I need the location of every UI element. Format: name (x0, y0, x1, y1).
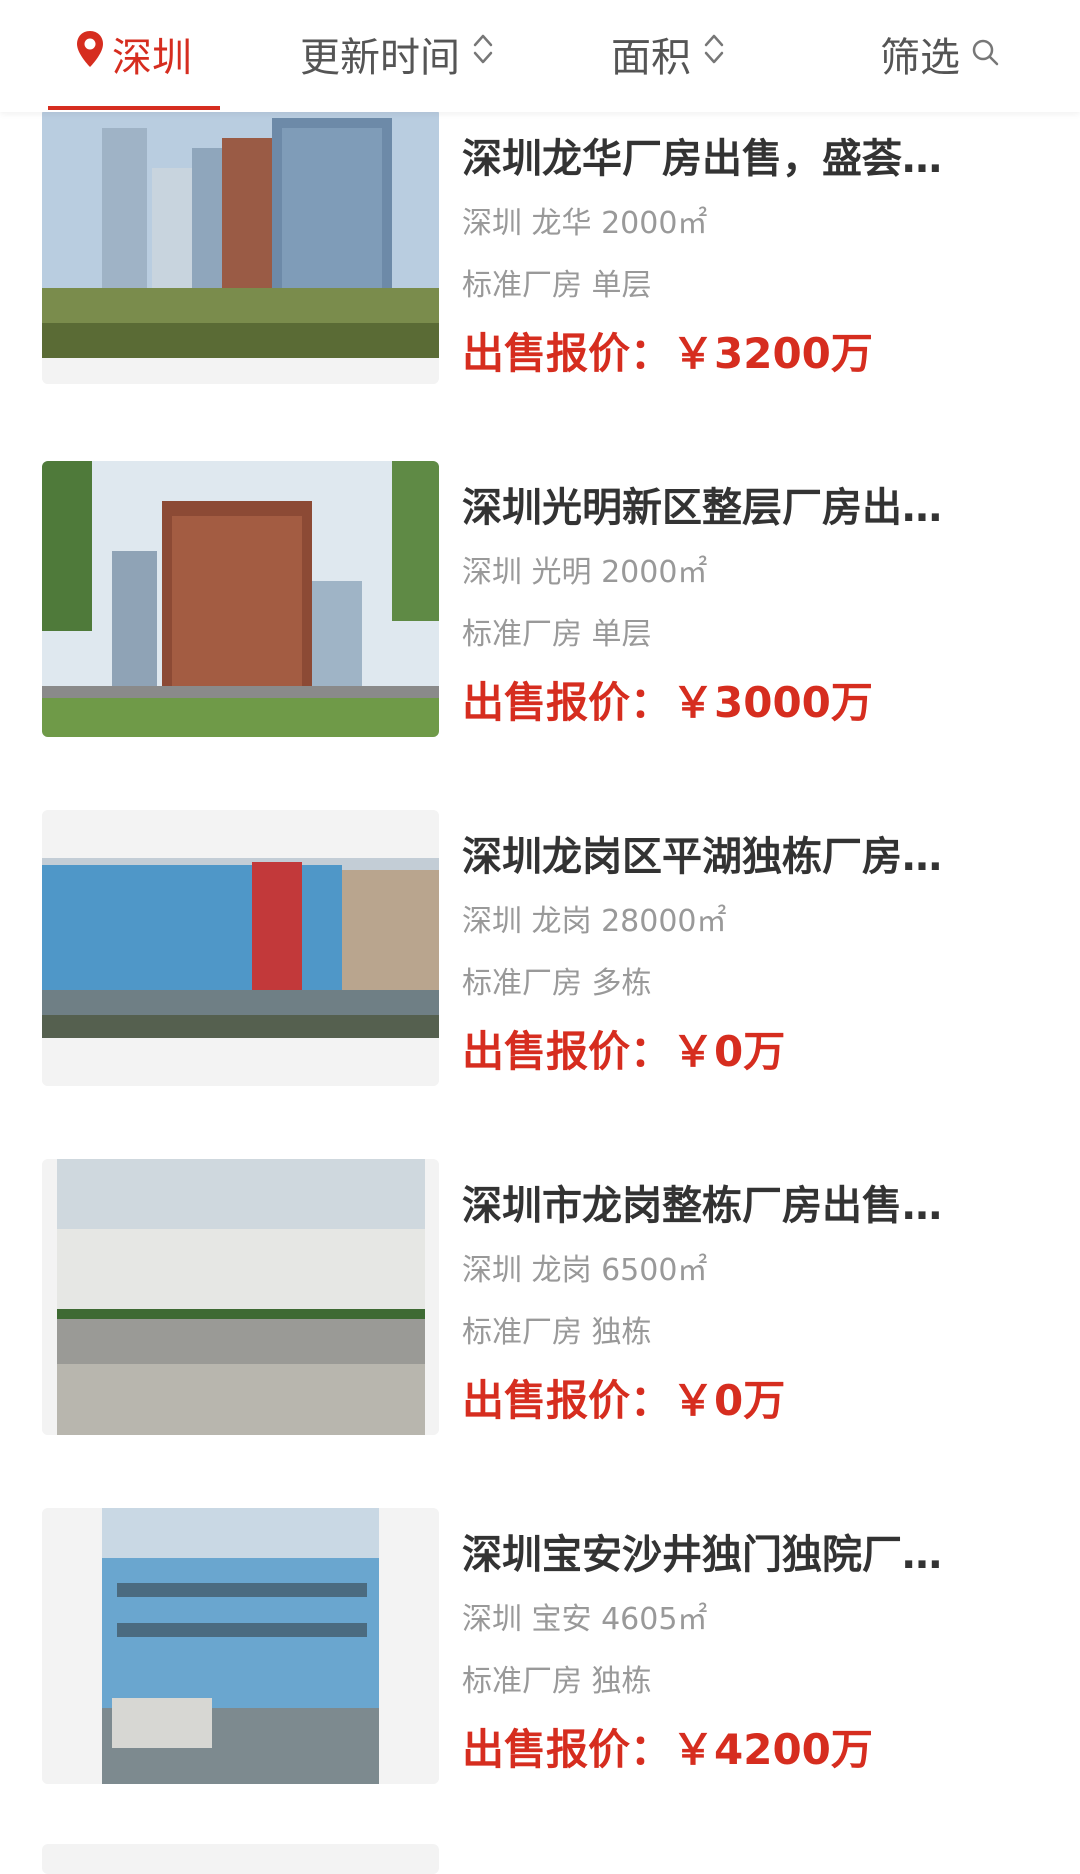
listing-type: 标准厂房 单层 (462, 268, 652, 303)
listing-price: 出售报价：￥3200万 (462, 329, 873, 378)
listing-type: 标准厂房 单层 (462, 617, 652, 652)
listing-location: 深圳 龙岗 28000㎡ (462, 904, 727, 939)
sort-time-label: 更新时间 (300, 35, 460, 81)
active-tab-indicator (48, 106, 220, 110)
listing-thumbnail (42, 108, 439, 384)
listing-card[interactable]: 深圳龙岗区平湖独栋厂房… 深圳 龙岗 28000㎡ 标准厂房 多栋 出售报价：￥… (0, 810, 1080, 1130)
sort-updown-icon (703, 31, 725, 77)
listing-card[interactable]: 深圳宝安沙井独门独院厂… 深圳 宝安 4605㎡ 标准厂房 独栋 出售报价：￥4… (0, 1508, 1080, 1828)
listing-type: 标准厂房 独栋 (462, 1664, 652, 1699)
listing-title[interactable]: 深圳光明新区整层厂房出… (462, 475, 1002, 533)
listing-thumbnail (42, 1508, 439, 1784)
listing-title[interactable]: 深圳龙岗区平湖独栋厂房… (462, 824, 1002, 882)
listing-type: 标准厂房 多栋 (462, 966, 652, 1001)
listing-type: 标准厂房 独栋 (462, 1315, 652, 1350)
listing-location: 深圳 宝安 4605㎡ (462, 1602, 708, 1637)
listing-card[interactable]: 深圳光明新区整层厂房出… 深圳 光明 2000㎡ 标准厂房 单层 出售报价：￥3… (0, 461, 1080, 781)
listing-location: 深圳 光明 2000㎡ (462, 555, 708, 590)
listing-thumbnail (42, 1159, 439, 1435)
sort-by-area[interactable]: 面积 (611, 24, 725, 84)
listing-card[interactable]: 深圳市龙岗整栋厂房出售… 深圳 龙岗 6500㎡ 标准厂房 独栋 出售报价：￥0… (0, 1159, 1080, 1479)
next-listing-thumbnail-peek (42, 1844, 439, 1874)
listing-card[interactable]: 深圳龙华厂房出售，盛荟… 深圳 龙华 2000㎡ 标准厂房 单层 出售报价：￥3… (0, 108, 1080, 432)
filter-label: 筛选 (880, 35, 960, 81)
sort-by-update-time[interactable]: 更新时间 (300, 24, 494, 84)
listing-location: 深圳 龙华 2000㎡ (462, 206, 708, 241)
city-label: 深圳 (112, 35, 192, 81)
listing-price: 出售报价：￥4200万 (462, 1725, 873, 1774)
listing-price: 出售报价：￥0万 (462, 1027, 786, 1076)
filter-button[interactable]: 筛选 (880, 24, 1000, 84)
listing-location: 深圳 龙岗 6500㎡ (462, 1253, 708, 1288)
search-icon (970, 31, 1000, 77)
listing-thumbnail (42, 810, 439, 1086)
filter-bar: 深圳 更新时间 面积 筛选 (0, 0, 1080, 112)
listing-price: 出售报价：￥3000万 (462, 678, 873, 727)
sort-area-label: 面积 (611, 35, 691, 81)
listing-title[interactable]: 深圳龙华厂房出售，盛荟… (462, 126, 1002, 184)
city-selector[interactable]: 深圳 (74, 24, 192, 84)
listing-title[interactable]: 深圳宝安沙井独门独院厂… (462, 1522, 1002, 1580)
sort-updown-icon (472, 31, 494, 77)
listing-title[interactable]: 深圳市龙岗整栋厂房出售… (462, 1173, 1002, 1231)
listing-thumbnail (42, 461, 439, 737)
location-pin-icon (74, 29, 106, 79)
listing-price: 出售报价：￥0万 (462, 1376, 786, 1425)
